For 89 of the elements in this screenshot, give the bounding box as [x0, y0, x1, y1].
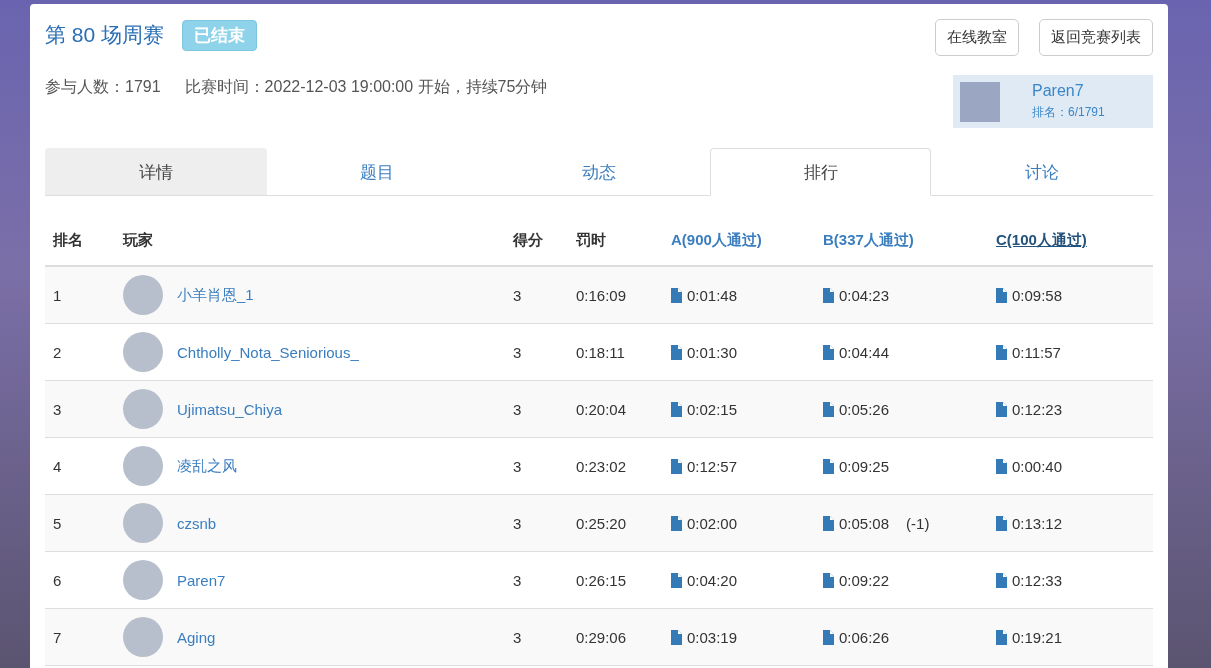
- penalty-cell: 0:18:11: [568, 323, 663, 381]
- file-icon: [671, 629, 682, 645]
- file-icon: [671, 344, 682, 360]
- file-icon: [823, 629, 834, 645]
- player-link[interactable]: czsnb: [177, 514, 217, 532]
- rank-cell: 1: [45, 266, 115, 324]
- solve-time: 0:01:48: [687, 286, 738, 304]
- score-cell: 3: [505, 323, 568, 381]
- rank-cell: 5: [45, 494, 115, 552]
- file-icon: [671, 401, 682, 417]
- player-link[interactable]: Paren7: [177, 571, 226, 589]
- file-icon: [671, 572, 682, 588]
- tab[interactable]: 详情: [45, 148, 267, 195]
- penalty-cell: 0:16:09: [568, 266, 663, 324]
- penalty-cell: 0:26:15: [568, 551, 663, 609]
- file-icon: [671, 458, 682, 474]
- contest-title: 第 80 场周赛: [45, 22, 165, 48]
- solve-time: 0:13:12: [1012, 514, 1063, 532]
- avatar-placeholder: [123, 560, 163, 600]
- file-icon: [996, 572, 1007, 588]
- file-icon: [823, 344, 834, 360]
- penalty-cell: 0:25:20: [568, 494, 663, 552]
- avatar-placeholder: [123, 332, 163, 372]
- file-icon: [996, 287, 1007, 303]
- file-icon: [996, 515, 1007, 531]
- rank-cell: 2: [45, 323, 115, 381]
- file-icon: [996, 401, 1007, 417]
- avatar-placeholder: [123, 617, 163, 657]
- score-cell: 3: [505, 380, 568, 438]
- avatar-placeholder: [123, 446, 163, 486]
- my-name: Paren7: [1032, 82, 1085, 100]
- file-icon: [823, 515, 834, 531]
- solve-time: 0:02:00: [687, 514, 738, 532]
- solve-time: 0:19:21: [1012, 628, 1063, 646]
- avatar-placeholder: [123, 503, 163, 543]
- rank-cell: 3: [45, 380, 115, 438]
- avatar-placeholder: [123, 275, 163, 315]
- status-badge: 已结束: [182, 19, 258, 51]
- score-cell: 3: [505, 608, 568, 666]
- score-cell: 3: [505, 551, 568, 609]
- penalty-cell: 0:23:02: [568, 437, 663, 495]
- avatar-placeholder: [123, 389, 163, 429]
- solve-time: 0:05:26: [839, 400, 890, 418]
- solve-time: 0:04:20: [687, 571, 738, 589]
- rank-cell: 6: [45, 551, 115, 609]
- score-cell: 3: [505, 266, 568, 324]
- solve-time: 0:12:23: [1012, 400, 1063, 418]
- solve-time: 0:00:40: [1012, 457, 1063, 475]
- solve-time: 0:02:15: [687, 400, 738, 418]
- file-icon: [996, 344, 1007, 360]
- file-icon: [823, 287, 834, 303]
- contest-time: 比赛时间：2022-12-03 19:00:00 开始，持续75分钟: [184, 77, 548, 97]
- classroom-button[interactable]: 在线教室: [935, 19, 1019, 56]
- file-icon: [671, 515, 682, 531]
- file-icon: [823, 572, 834, 588]
- file-icon: [996, 629, 1007, 645]
- avatar-placeholder: [960, 81, 1000, 122]
- player-link[interactable]: Ujimatsu_Chiya: [177, 400, 283, 418]
- file-icon: [823, 458, 834, 474]
- file-icon: [671, 287, 682, 303]
- solve-time: 0:09:22: [839, 571, 890, 589]
- score-cell: 3: [505, 494, 568, 552]
- player-link[interactable]: Chtholly_Nota_Seniorious_: [177, 343, 359, 361]
- solve-time: 0:04:23: [839, 286, 890, 304]
- solve-time: 0:04:44: [839, 343, 890, 361]
- solve-time: 0:06:26: [839, 628, 890, 646]
- penalty-cell: 0:29:06: [568, 608, 663, 666]
- solve-time: 0:12:33: [1012, 571, 1063, 589]
- solve-time: 0:09:25: [839, 457, 890, 475]
- player-link[interactable]: 凌乱之风: [177, 456, 237, 476]
- solve-time: 0:01:30: [687, 343, 738, 361]
- rank-cell: 7: [45, 608, 115, 666]
- solve-time: 0:05:08: [839, 514, 890, 532]
- participant-count: 参与人数：1791: [45, 77, 161, 97]
- wrong-attempts: (-1): [906, 514, 930, 532]
- player-link[interactable]: Aging: [177, 628, 216, 646]
- penalty-cell: 0:20:04: [568, 380, 663, 438]
- solve-time: 0:03:19: [687, 628, 738, 646]
- score-cell: 3: [505, 437, 568, 495]
- player-link[interactable]: 小羊肖恩_1: [177, 285, 254, 305]
- my-rank: 排名：6/1791: [1032, 104, 1105, 121]
- file-icon: [996, 458, 1007, 474]
- back-button[interactable]: 返回竞赛列表: [1039, 19, 1153, 56]
- solve-time: 0:09:58: [1012, 286, 1063, 304]
- solve-time: 0:11:57: [1012, 343, 1061, 361]
- solve-time: 0:12:57: [687, 457, 738, 475]
- file-icon: [823, 401, 834, 417]
- tab[interactable]: 排行: [709, 148, 932, 196]
- rank-cell: 4: [45, 437, 115, 495]
